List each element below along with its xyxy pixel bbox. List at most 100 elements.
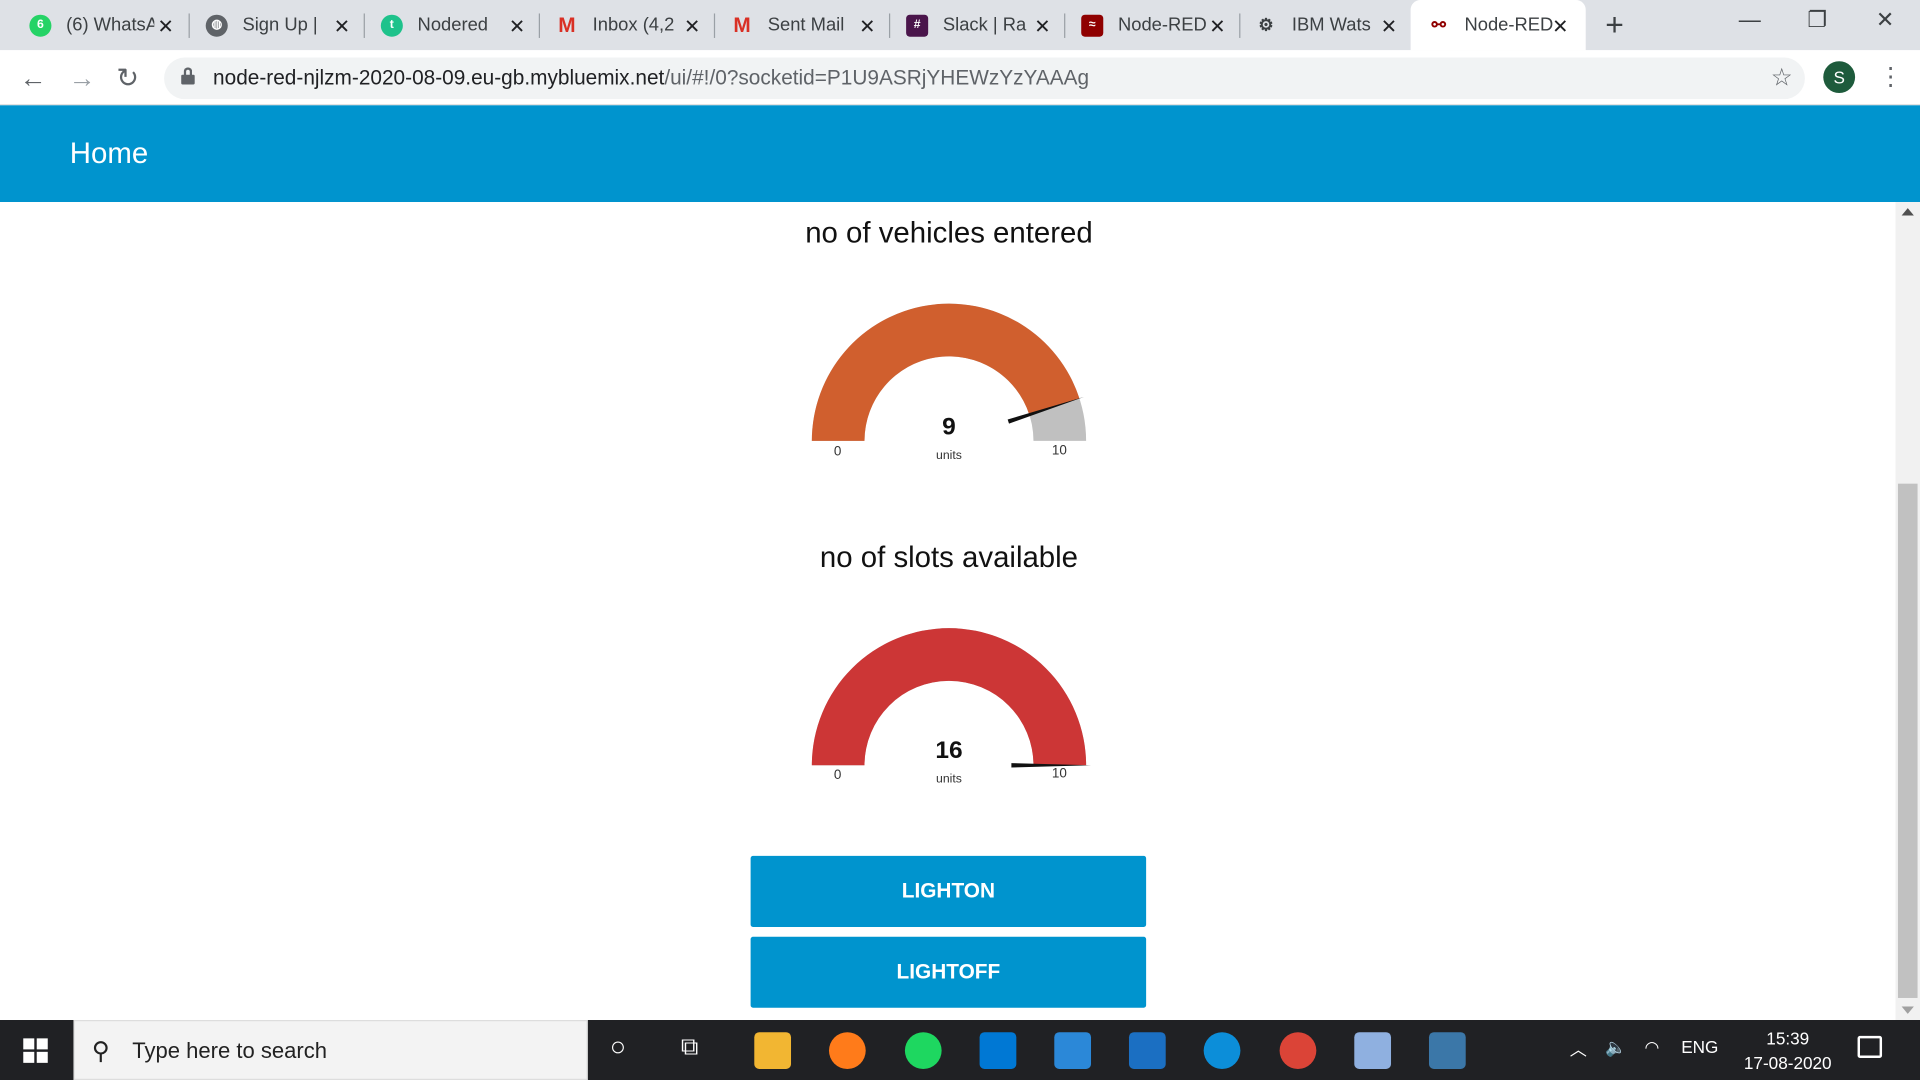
mail-icon[interactable] <box>1054 1032 1092 1069</box>
microsoft-store-icon[interactable] <box>979 1032 1017 1069</box>
kebab-menu-icon[interactable]: ⋮ <box>1878 61 1902 92</box>
minimize-icon[interactable]: — <box>1739 7 1761 33</box>
tab-whatsapp[interactable]: 6 (6) WhatsApp ✕ <box>29 0 174 50</box>
tab-divider <box>1239 13 1241 38</box>
lock-icon <box>181 67 195 85</box>
cortana-icon[interactable]: ○ <box>610 1031 626 1063</box>
window-close-icon[interactable]: ✕ <box>1876 7 1894 33</box>
screen: 6 (6) WhatsApp ✕ ◍ Sign Up | ✕ t Nodered… <box>0 0 1920 1080</box>
tab-label: Slack | Ra <box>942 14 1027 36</box>
edge-icon[interactable] <box>1203 1032 1241 1069</box>
windows-start-icon[interactable] <box>23 1038 48 1063</box>
url-host: node-red-njlzm-2020-08-09.eu-gb.mybluemi… <box>213 66 665 90</box>
close-icon[interactable]: ✕ <box>1034 15 1050 39</box>
profile-avatar[interactable]: S <box>1823 61 1856 94</box>
spotify-icon[interactable] <box>904 1032 942 1069</box>
tab-label: Nodered <box>417 14 489 36</box>
reload-icon[interactable]: ↻ <box>116 62 139 94</box>
browser-toolbar: ← → ↻ node-red-njlzm-2020-08-09.eu-gb.my… <box>0 50 1920 106</box>
address-bar[interactable]: node-red-njlzm-2020-08-09.eu-gb.mybluemi… <box>164 57 1805 100</box>
node-red-icon: ⚯ <box>1431 14 1446 35</box>
tab-divider <box>713 13 716 38</box>
close-icon[interactable]: ✕ <box>157 15 173 39</box>
new-tab-button[interactable]: + <box>1605 6 1624 44</box>
dashboard-header: Home <box>0 105 1920 203</box>
windows-taskbar: ⚲ Type here to search ○ ⧉ ︿ 🔈 ◠ ENG 15:3… <box>0 1020 1920 1080</box>
gauge-max-slots: 10 <box>1051 766 1067 782</box>
tab-label: IBM Wats <box>1291 14 1371 36</box>
gauge-units-slots: units <box>936 772 962 787</box>
gauge-title-slots: no of slots available <box>819 541 1079 575</box>
gmail-icon: M <box>733 12 751 37</box>
task-view-icon[interactable]: ⧉ <box>681 1033 698 1061</box>
tab-label: Sign Up | <box>242 14 318 36</box>
tinkercad-icon: t <box>380 14 403 37</box>
url-text[interactable]: node-red-njlzm-2020-08-09.eu-gb.mybluemi… <box>213 66 1089 90</box>
lighton-button[interactable]: LIGHTON <box>750 855 1147 927</box>
page-scrollbar[interactable] <box>1895 202 1920 1021</box>
close-icon[interactable]: ✕ <box>1381 15 1397 39</box>
search-placeholder: Type here to search <box>132 1038 328 1063</box>
page-title: Home <box>69 137 149 171</box>
tab-slack[interactable]: # Slack | Ra ✕ <box>906 0 1051 50</box>
chrome-icon[interactable] <box>1279 1032 1317 1069</box>
tab-label: (6) WhatsApp <box>66 14 154 36</box>
document-app-icon[interactable] <box>1354 1032 1392 1069</box>
python-icon[interactable] <box>1428 1032 1466 1069</box>
notification-icon[interactable] <box>1857 1035 1883 1058</box>
node-red-icon: ≈ <box>1081 14 1104 37</box>
tab-node-red-active[interactable]: ⚯ Node-RED ✕ <box>1410 0 1586 51</box>
language-indicator[interactable]: ENG <box>1681 1037 1718 1057</box>
gauge-title-vehicles: no of vehicles entered <box>805 216 1093 250</box>
chevron-up-icon[interactable]: ︿ <box>1570 1037 1587 1061</box>
close-icon[interactable]: ✕ <box>334 15 350 39</box>
scroll-thumb[interactable] <box>1897 483 1918 998</box>
firefox-icon[interactable] <box>828 1032 866 1069</box>
file-explorer-icon[interactable] <box>754 1032 792 1069</box>
browser-tab-strip: 6 (6) WhatsApp ✕ ◍ Sign Up | ✕ t Nodered… <box>0 0 1920 51</box>
tab-sign-up[interactable]: ◍ Sign Up | ✕ <box>205 0 350 50</box>
scroll-down-arrow-icon[interactable] <box>1901 1006 1914 1014</box>
url-path: /ui/#!/0?socketid=P1U9ASRjYHEWzYzYAAAg <box>664 66 1090 90</box>
ibm-watson-icon: ⚙ <box>1258 14 1274 35</box>
app-window-icon[interactable] <box>1128 1032 1166 1069</box>
forward-icon[interactable]: → <box>69 62 96 94</box>
globe-icon: ◍ <box>205 14 228 37</box>
tab-label: Sent Mail <box>767 14 845 36</box>
gauge-value-slots: 16 <box>935 737 963 765</box>
search-icon: ⚲ <box>91 1038 110 1066</box>
bookmark-star-icon[interactable]: ☆ <box>1771 62 1793 93</box>
taskbar-search-box[interactable]: ⚲ Type here to search <box>73 1020 588 1080</box>
volume-icon[interactable]: 🔈 <box>1605 1037 1626 1058</box>
gauge-units-vehicles: units <box>936 449 962 463</box>
tab-inbox[interactable]: M Inbox (4,2 ✕ <box>556 0 700 50</box>
tab-ibm-watson[interactable]: ⚙ IBM Wats ✕ <box>1255 0 1397 50</box>
clock-date: 17-08-2020 <box>1743 1053 1832 1073</box>
tab-divider <box>363 13 365 38</box>
back-icon[interactable]: ← <box>20 62 47 94</box>
close-icon[interactable]: ✕ <box>859 15 875 39</box>
lightoff-button[interactable]: LIGHTOFF <box>750 936 1147 1008</box>
wifi-icon[interactable]: ◠ <box>1644 1037 1659 1058</box>
scroll-up-arrow-icon[interactable] <box>1901 208 1914 216</box>
slack-icon: # <box>906 14 929 37</box>
tab-sent-mail[interactable]: M Sent Mail ✕ <box>731 0 875 50</box>
tab-node-red[interactable]: ≈ Node-RED ✕ <box>1081 0 1226 50</box>
tab-label: Node-RED <box>1117 14 1207 36</box>
dashboard-content: no of vehicles entered no of slots avail… <box>0 202 1896 1021</box>
gmail-icon: M <box>558 12 576 37</box>
tab-divider <box>1064 13 1066 38</box>
restore-icon[interactable]: ❐ <box>1807 7 1827 33</box>
system-clock[interactable]: 15:39 17-08-2020 <box>1727 1026 1849 1075</box>
close-icon[interactable]: ✕ <box>509 15 525 39</box>
gauge-value-vehicles: 9 <box>942 413 956 441</box>
tab-divider <box>188 13 190 38</box>
close-icon[interactable]: ✕ <box>1209 15 1225 39</box>
close-icon[interactable]: ✕ <box>1552 15 1568 39</box>
tab-label: Inbox (4,2 <box>592 14 675 36</box>
close-icon[interactable]: ✕ <box>684 15 700 39</box>
gauge-max-vehicles: 10 <box>1051 443 1067 458</box>
tab-nodered-tinkercad[interactable]: t Nodered ✕ <box>380 0 525 50</box>
tab-label: Node-RED <box>1464 14 1553 36</box>
gauge-min-slots: 0 <box>833 767 842 783</box>
